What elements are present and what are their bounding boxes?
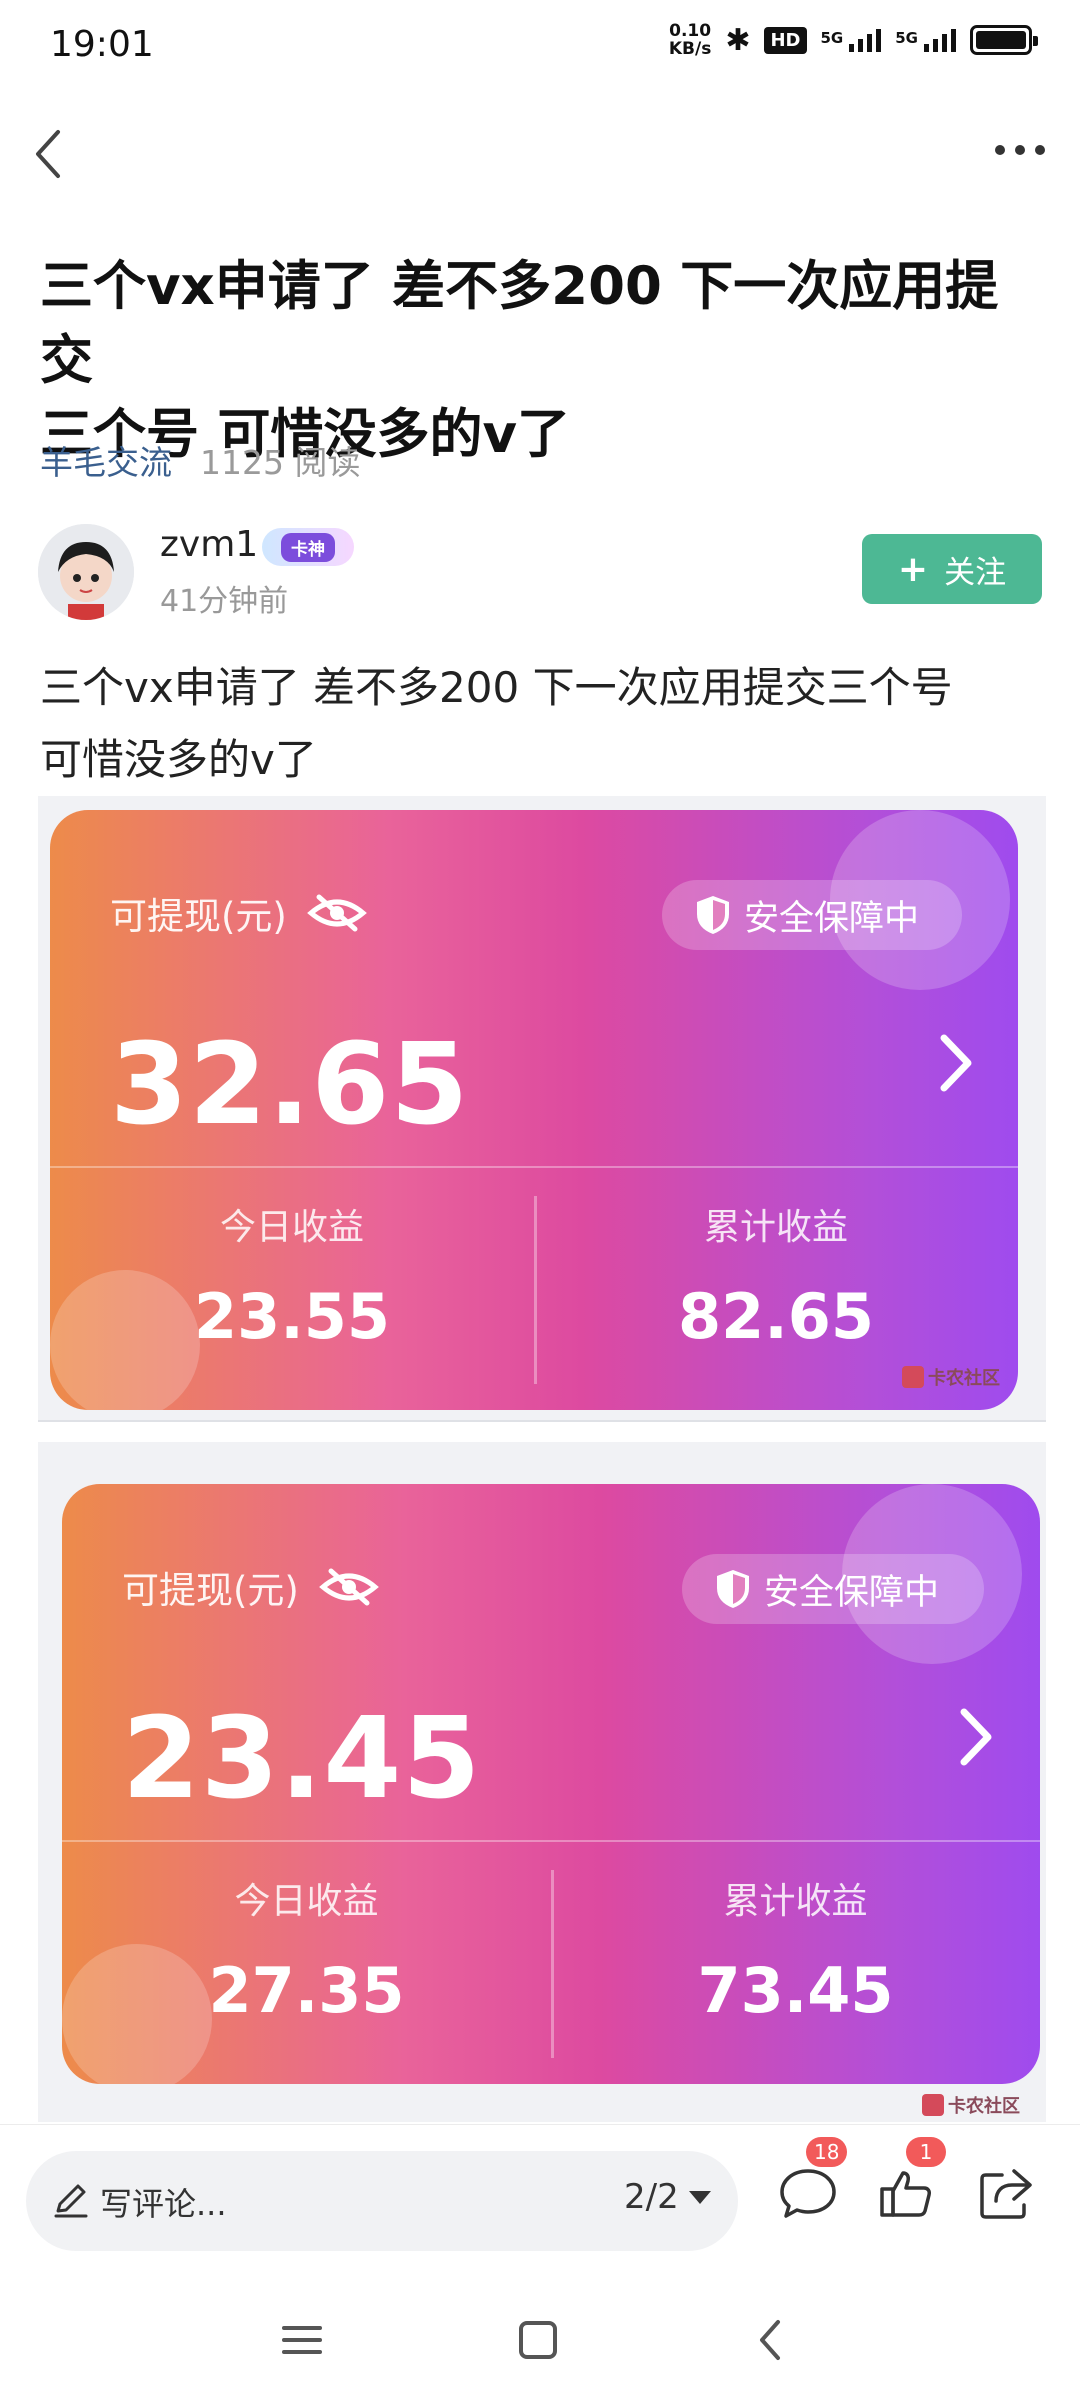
system-back-button[interactable] [742, 2310, 802, 2370]
shield-icon [717, 1570, 749, 1608]
eye-off-icon [319, 1568, 379, 1606]
watermark: 卡农社区 [922, 2092, 1020, 2118]
withdrawable-text: 可提现(元) [122, 1569, 299, 1612]
comment-count-badge: 18 [806, 2137, 848, 2167]
caret-down-icon [688, 2190, 711, 2204]
avatar-image [38, 524, 134, 620]
thumbs-up-icon [880, 2171, 931, 2217]
system-navigation-bar [0, 2274, 1080, 2400]
withdrawable-label: 可提现(元) [122, 1560, 379, 1614]
pencil-icon [54, 2184, 88, 2218]
forum-link[interactable]: 羊毛交流 [40, 436, 172, 484]
post-title-line-1: 三个vx申请了 差不多200 下一次应用提交 [40, 256, 999, 391]
follow-label: 关注 [944, 554, 1007, 591]
signal-label-2: 5G [895, 28, 918, 47]
chevron-left-icon [36, 130, 60, 178]
safety-label: 安全保障中 [744, 898, 920, 939]
status-time: 19:01 [50, 24, 154, 65]
today-earnings-value: 27.35 [208, 1954, 405, 2027]
author-badge: 卡神 [262, 528, 354, 566]
share-button[interactable] [974, 2161, 1038, 2225]
post-time: 41分钟前 [160, 584, 289, 619]
battery-fill [976, 31, 1026, 49]
chevron-right-icon [940, 1034, 972, 1092]
signal-strength-icon: 5G [820, 28, 882, 52]
post-meta: 羊毛交流 1125 阅读 [40, 436, 360, 484]
status-icons: 0.10 KB/s ✱ HD 5G 5G [669, 22, 1038, 58]
eye-off-icon [307, 894, 367, 932]
network-speed-value: 0.10 [669, 21, 712, 41]
shield-icon [697, 896, 729, 934]
network-speed: 0.10 KB/s [669, 22, 711, 58]
plus-icon: + [897, 548, 929, 590]
post-body-line-2: 可惜没多的v了 [40, 735, 317, 784]
total-earnings-value: 73.45 [697, 1954, 894, 2027]
safety-badge: 安全保障中 [662, 880, 962, 950]
author-name[interactable]: zvm1 [160, 524, 258, 565]
card-divider [50, 1166, 1018, 1168]
comment-bubble-icon [780, 2169, 836, 2218]
earnings-card: 可提现(元) 安全保障中 32.65 今日收益 23.55 累计收益 82.65… [50, 810, 1018, 1410]
recent-apps-button[interactable] [272, 2310, 332, 2370]
comment-input[interactable]: 写评论... 2/2 [26, 2151, 738, 2251]
comments-button[interactable]: 18 [776, 2137, 848, 2225]
withdrawable-label: 可提现(元) [110, 886, 367, 940]
bottom-action-bar: 写评论... 2/2 18 1 [0, 2124, 1080, 2274]
network-speed-unit: KB/s [668, 39, 712, 59]
safety-label: 安全保障中 [764, 1572, 940, 1613]
today-earnings-label: 今日收益 [234, 1881, 379, 1922]
chevron-right-icon [960, 1708, 992, 1766]
read-count: 1125 阅读 [200, 443, 361, 482]
home-button[interactable] [508, 2310, 568, 2370]
author-badge-label: 卡神 [281, 532, 335, 562]
back-arrow-icon [760, 2320, 780, 2360]
page-selector[interactable]: 2/2 [624, 2177, 711, 2217]
watermark-logo-icon [902, 1366, 924, 1388]
like-count-badge: 1 [906, 2137, 946, 2167]
signal-strength-icon-2: 5G [895, 28, 956, 52]
status-bar: 19:01 0.10 KB/s ✱ HD 5G 5G [0, 0, 1080, 96]
watermark-text: 卡农社区 [928, 1368, 1000, 1389]
safety-badge: 安全保障中 [682, 1554, 984, 1624]
more-dot [1015, 145, 1025, 155]
share-icon [980, 2169, 1032, 2219]
balance-amount: 23.45 [122, 1694, 482, 1824]
today-earnings-label: 今日收益 [219, 1207, 364, 1248]
top-nav [0, 100, 1080, 210]
total-earnings-value: 82.65 [677, 1280, 875, 1353]
page-indicator-text: 2/2 [624, 2177, 679, 2217]
more-dot [995, 145, 1005, 155]
card-divider [62, 1840, 1040, 1842]
total-earnings-label: 累计收益 [703, 1207, 848, 1248]
author-avatar[interactable] [38, 524, 134, 620]
balance-amount: 32.65 [110, 1020, 470, 1150]
battery-icon [970, 25, 1038, 55]
back-button[interactable] [18, 112, 88, 192]
earnings-card: 可提现(元) 安全保障中 23.45 今日收益 27.35 累计收益 73.45 [62, 1484, 1040, 2084]
signal-label: 5G [820, 28, 844, 47]
like-button[interactable]: 1 [874, 2137, 946, 2225]
post-image-2[interactable]: 可提现(元) 安全保障中 23.45 今日收益 27.35 累计收益 73.45… [38, 1442, 1046, 2122]
post-image-1[interactable]: 可提现(元) 安全保障中 32.65 今日收益 23.55 累计收益 82.65… [38, 796, 1046, 1422]
total-earnings-label: 累计收益 [723, 1881, 868, 1922]
post-body: 三个vx申请了 差不多200 下一次应用提交三个号 可惜没多的v了 [40, 652, 1050, 796]
hd-icon: HD [764, 26, 807, 54]
home-square-icon [519, 2321, 557, 2359]
more-options-button[interactable] [980, 120, 1060, 180]
comment-placeholder: 写评论... [100, 2185, 227, 2223]
withdrawable-text: 可提现(元) [110, 895, 287, 938]
post-body-line-1: 三个vx申请了 差不多200 下一次应用提交三个号 [40, 663, 953, 712]
watermark-text: 卡农社区 [948, 2096, 1020, 2117]
follow-button[interactable]: + 关注 [862, 534, 1042, 604]
more-dot [1035, 145, 1045, 155]
watermark: 卡农社区 [902, 1364, 1000, 1390]
bluetooth-icon: ✱ [725, 22, 751, 58]
menu-icon [282, 2326, 322, 2354]
watermark-logo-icon [922, 2094, 944, 2116]
today-earnings-value: 23.55 [193, 1280, 391, 1353]
